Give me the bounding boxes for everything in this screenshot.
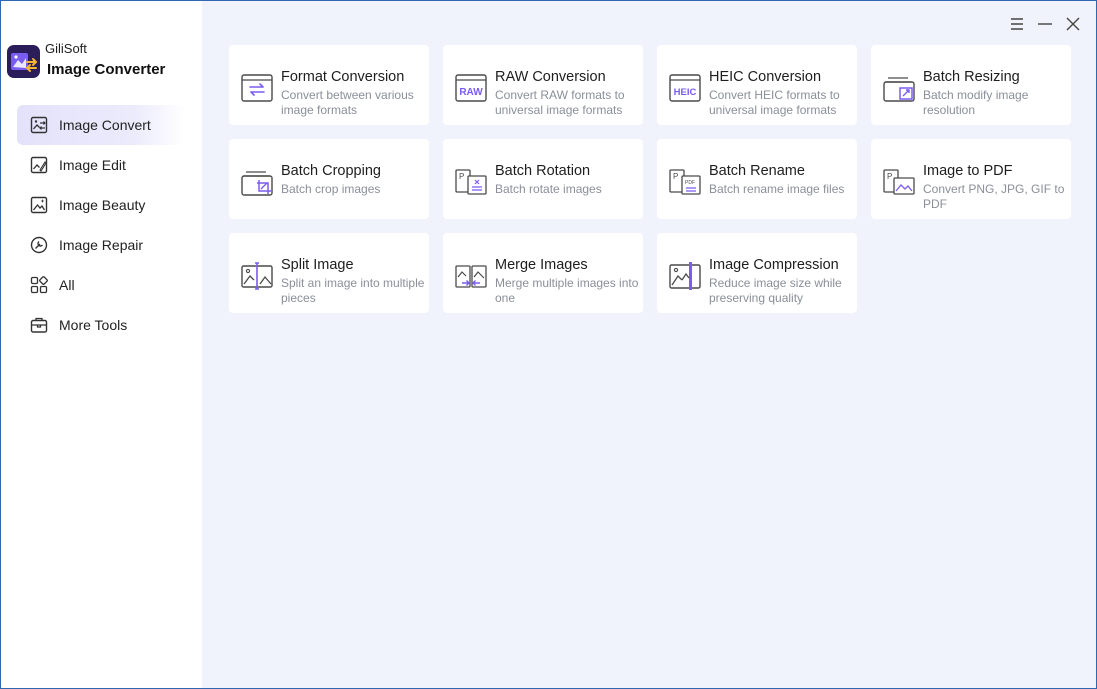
card-title: Batch Resizing: [923, 69, 1020, 85]
svg-text:P: P: [887, 172, 892, 181]
card-raw-conversion[interactable]: RAW RAW Conversion Convert RAW formats t…: [443, 45, 643, 125]
batch-rotate-icon: P: [455, 169, 487, 195]
svg-text:PDF: PDF: [685, 180, 695, 186]
brand-product: Image Converter: [47, 61, 166, 78]
card-title: HEIC Conversion: [709, 69, 822, 85]
window-controls: [1008, 15, 1082, 33]
sidebar-item-image-convert[interactable]: Image Convert: [17, 105, 185, 145]
image-beauty-icon: [30, 196, 48, 214]
close-icon[interactable]: [1064, 15, 1082, 33]
card-title: Image to PDF: [923, 163, 1013, 179]
card-description: Batch rotate images: [495, 182, 602, 196]
compression-icon: [669, 262, 701, 290]
card-title: Merge Images: [495, 257, 588, 273]
card-description: Merge multiple images into one: [495, 276, 639, 305]
menu-icon[interactable]: [1008, 15, 1026, 33]
card-title: Split Image: [281, 257, 354, 273]
raw-icon-text: RAW: [459, 87, 483, 98]
card-image-to-pdf[interactable]: P Image to PDF Convert PNG, JPG, GIF to …: [871, 139, 1071, 219]
card-description: Reduce image size while preserving quali…: [709, 276, 842, 305]
toolbox-icon: [30, 317, 48, 333]
brand-company: GiliSoft: [45, 41, 87, 56]
card-description: Split an image into multiple pieces: [281, 276, 425, 305]
card-merge-images[interactable]: Merge Images Merge multiple images into …: [443, 233, 643, 313]
format-conversion-icon: [241, 74, 273, 102]
card-heic-conversion[interactable]: HEIC HEIC Conversion Convert HEIC format…: [657, 45, 857, 125]
sidebar-item-image-beauty[interactable]: Image Beauty: [17, 185, 185, 225]
sidebar-item-label: Image Repair: [59, 237, 144, 253]
card-title: Format Conversion: [281, 69, 405, 85]
image-convert-icon: [30, 116, 48, 134]
card-split-image[interactable]: Split Image Split an image into multiple…: [229, 233, 429, 313]
sidebar-item-image-repair[interactable]: Image Repair: [17, 225, 185, 265]
card-title: Batch Rename: [709, 163, 805, 179]
sidebar-item-label: Image Beauty: [59, 197, 146, 213]
sidebar-item-more-tools[interactable]: More Tools: [17, 305, 185, 345]
card-batch-rotation[interactable]: P Batch Rotation Batch rotate images: [443, 139, 643, 219]
brand: GiliSoft Image Converter: [7, 41, 197, 81]
card-description: Convert between various image formats: [281, 88, 414, 117]
card-description: Batch modify image resolution: [923, 88, 1029, 117]
sidebar: GiliSoft Image Converter Image Convert I…: [1, 1, 202, 688]
card-description: Convert PNG, JPG, GIF to PDF: [923, 182, 1065, 211]
heic-icon: HEIC: [669, 74, 701, 102]
card-description: Convert HEIC formats to universal image …: [709, 88, 840, 117]
minimize-icon[interactable]: [1036, 15, 1054, 33]
sidebar-nav: Image Convert Image Edit Image Beauty Im…: [17, 105, 187, 345]
sidebar-item-image-edit[interactable]: Image Edit: [17, 145, 185, 185]
card-description: Batch crop images: [281, 182, 381, 196]
card-description: Batch rename image files: [709, 182, 845, 196]
card-image-compression[interactable]: Image Compression Reduce image size whil…: [657, 233, 857, 313]
card-batch-cropping[interactable]: Batch Cropping Batch crop images: [229, 139, 429, 219]
all-grid-icon: [30, 276, 48, 294]
sidebar-item-label: Image Edit: [59, 157, 126, 173]
batch-rename-icon: P PDF: [669, 169, 701, 195]
raw-icon: RAW: [455, 74, 487, 102]
sidebar-item-label: More Tools: [59, 317, 128, 333]
batch-resize-icon: [883, 77, 915, 102]
batch-crop-icon: [241, 171, 273, 196]
app-logo-icon: [7, 45, 40, 78]
image-edit-icon: [30, 156, 48, 174]
card-batch-rename[interactable]: P PDF Batch Rename Batch rename image fi…: [657, 139, 857, 219]
card-batch-resizing[interactable]: Batch Resizing Batch modify image resolu…: [871, 45, 1071, 125]
sidebar-item-label: Image Convert: [59, 117, 151, 133]
card-title: Batch Cropping: [281, 163, 381, 179]
svg-text:P: P: [459, 172, 464, 181]
image-repair-icon: [30, 236, 48, 254]
card-title: Batch Rotation: [495, 163, 591, 179]
split-image-icon: [241, 262, 273, 290]
app-window: GiliSoft Image Converter Image Convert I…: [0, 0, 1097, 689]
sidebar-item-label: All: [59, 277, 75, 293]
card-title: Image Compression: [709, 257, 839, 273]
sidebar-item-all[interactable]: All: [17, 265, 185, 305]
svg-text:P: P: [673, 172, 678, 181]
merge-images-icon: [455, 265, 487, 288]
card-format-conversion[interactable]: Format Conversion Convert between variou…: [229, 45, 429, 125]
card-title: RAW Conversion: [495, 69, 606, 85]
card-description: Convert RAW formats to universal image f…: [495, 88, 625, 117]
heic-icon-text: HEIC: [674, 87, 697, 98]
image-to-pdf-icon: P: [883, 169, 915, 195]
